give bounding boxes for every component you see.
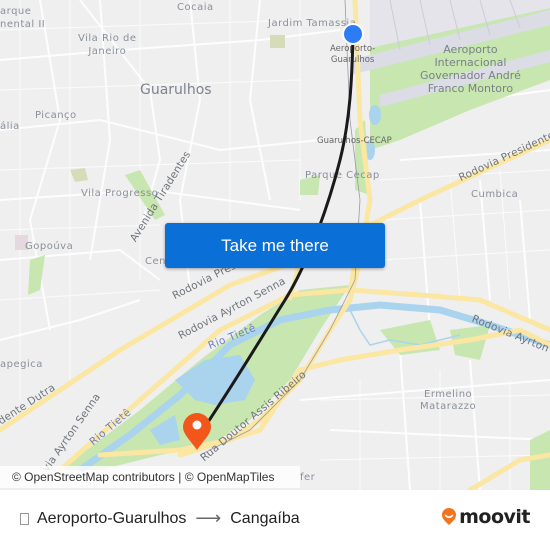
- map-attribution: © OpenStreetMap contributors | © OpenMap…: [0, 466, 300, 488]
- take-me-there-button[interactable]: Take me there: [165, 223, 385, 268]
- moovit-wordmark: moovit: [459, 506, 530, 528]
- arrow-right-icon: ⟶: [195, 508, 222, 528]
- transit-icon: [20, 512, 29, 525]
- openstreetmap-attribution-link[interactable]: © OpenStreetMap contributors: [12, 470, 175, 484]
- moovit-pin-icon: [442, 508, 457, 525]
- map[interactable]: arque nental II Cocaia Jardim Tamassia V…: [0, 0, 550, 490]
- openmaptiles-attribution-link[interactable]: © OpenMapTiles: [185, 470, 275, 484]
- origin-name: Aeroporto-Guarulhos: [37, 509, 187, 527]
- destination-name: Cangaíba: [230, 509, 300, 527]
- origin-marker: [342, 23, 364, 45]
- footer: Aeroporto-Guarulhos ⟶ Cangaíba moovit: [0, 490, 550, 550]
- destination-marker: [183, 413, 211, 450]
- moovit-logo[interactable]: moovit: [441, 506, 530, 528]
- attribution-separator: |: [174, 470, 185, 484]
- route-summary: Aeroporto-Guarulhos ⟶ Cangaíba: [20, 508, 300, 529]
